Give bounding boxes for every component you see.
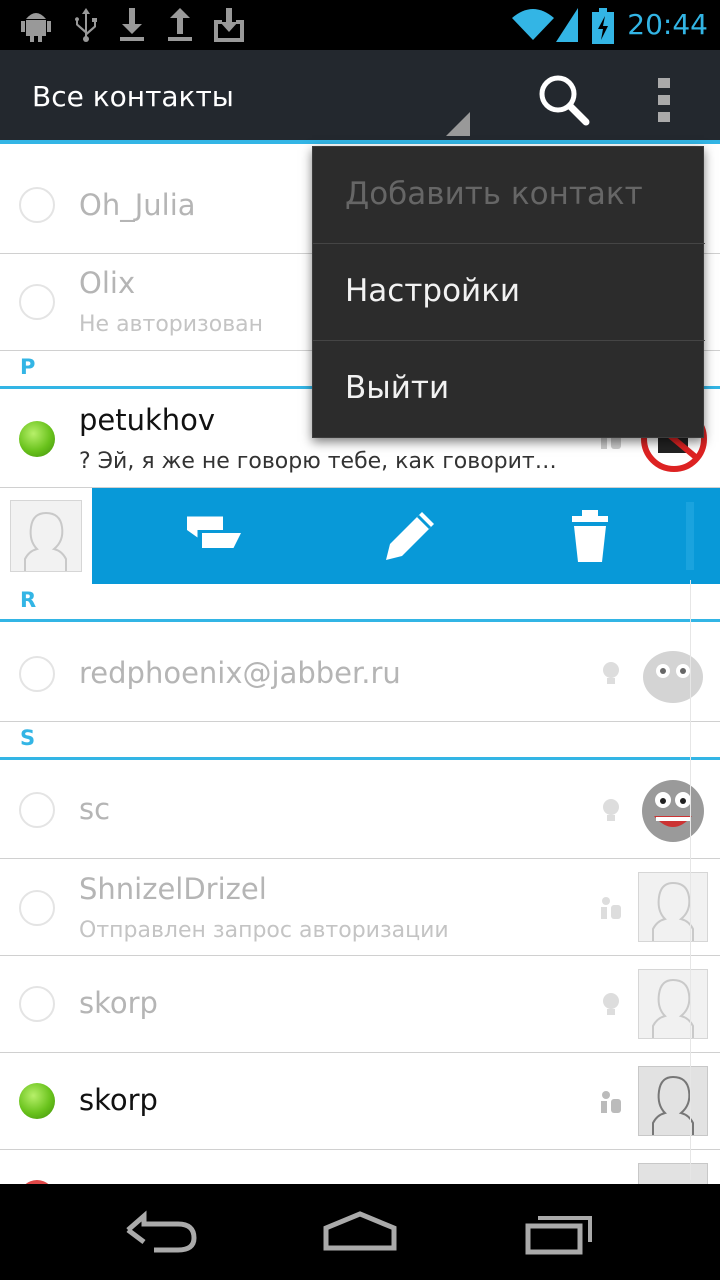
contact-name: Oh_Julia	[79, 188, 196, 222]
contact-row[interactable]: sc	[0, 762, 720, 859]
contact-name: sc	[79, 792, 111, 826]
status-offline-icon	[19, 986, 55, 1022]
person-silhouette-icon	[652, 1075, 694, 1135]
status-online-icon	[19, 421, 55, 457]
client-icon	[601, 1091, 621, 1113]
trash-icon[interactable]	[560, 508, 620, 564]
navigation-bar	[0, 1184, 720, 1280]
default-avatar	[638, 969, 708, 1039]
default-avatar	[638, 1066, 708, 1136]
contact-name: redphoenix@jabber.ru	[79, 656, 401, 690]
smiley-avatar	[642, 780, 704, 842]
spinner-triangle-icon[interactable]	[446, 112, 470, 136]
person-silhouette-icon	[24, 511, 67, 571]
download-icon	[120, 8, 144, 41]
status-offline-icon	[19, 284, 55, 320]
android-debug-icon	[21, 13, 51, 42]
status-offline-icon	[19, 890, 55, 926]
lightbulb-icon	[603, 993, 619, 1015]
edit-pencil-icon[interactable]	[380, 508, 440, 564]
chat-icon[interactable]	[184, 508, 244, 564]
contact-action-strip	[0, 488, 720, 584]
action-bar: Все контакты	[0, 50, 720, 144]
status-offline-icon	[19, 656, 55, 692]
status-online-icon	[19, 1083, 55, 1119]
back-icon[interactable]	[124, 1206, 204, 1258]
lightbulb-icon	[603, 799, 619, 821]
contact-status-text: Отправлен запрос авторизации	[79, 918, 449, 943]
default-avatar	[638, 1163, 708, 1184]
contact-row[interactable]: skorp	[0, 956, 720, 1053]
contact-name: petukhov	[79, 403, 216, 437]
section-letter: P	[20, 355, 36, 379]
battery-charging-icon	[592, 8, 614, 44]
menu-item-label: Настройки	[345, 273, 521, 309]
contact-name: skorp	[79, 986, 158, 1020]
menu-item-logout[interactable]: Выйти	[313, 341, 705, 438]
menu-item-label: Добавить контакт	[345, 176, 643, 212]
menu-item-add-contact[interactable]: Добавить контакт	[313, 147, 705, 244]
contact-name: Olix	[79, 266, 136, 300]
contact-row[interactable]: ShnizelDrizel Отправлен запрос авторизац…	[0, 859, 720, 956]
monster-avatar	[643, 651, 703, 703]
download-box-icon	[214, 8, 244, 42]
search-icon[interactable]	[536, 72, 592, 128]
contact-status-text: ? Эй, я же не говорю тебе, как говорит…	[79, 449, 557, 474]
section-letter: R	[20, 588, 37, 612]
client-icon	[601, 897, 621, 919]
contact-name: skorp	[79, 1083, 158, 1117]
menu-item-settings[interactable]: Настройки	[313, 244, 705, 341]
signal-icon	[556, 8, 578, 42]
account-filter-title[interactable]: Все контакты	[32, 80, 234, 113]
default-avatar	[638, 872, 708, 942]
status-offline-icon	[19, 792, 55, 828]
lightbulb-icon	[603, 662, 619, 684]
scroll-handle[interactable]	[686, 502, 694, 570]
contact-status-text: Не авторизован	[79, 312, 264, 337]
scroll-track	[690, 580, 691, 1180]
wifi-icon	[512, 9, 554, 40]
home-icon[interactable]	[320, 1206, 400, 1258]
contact-row[interactable]: skorp	[0, 1053, 720, 1150]
usb-icon	[75, 8, 97, 42]
overflow-menu: Добавить контакт Настройки Выйти	[312, 146, 705, 438]
contact-row[interactable]	[0, 1150, 720, 1184]
section-letter: S	[20, 726, 36, 750]
person-silhouette-icon	[652, 978, 694, 1038]
section-header-r: R	[0, 584, 720, 622]
clock: 20:44	[627, 8, 708, 41]
contact-row[interactable]: redphoenix@jabber.ru	[0, 625, 720, 722]
recent-apps-icon[interactable]	[520, 1206, 600, 1258]
status-offline-icon	[19, 187, 55, 223]
status-bar: 20:44	[0, 0, 720, 50]
contact-name: ShnizelDrizel	[79, 872, 267, 906]
person-silhouette-icon	[652, 881, 694, 941]
section-header-s: S	[0, 722, 720, 760]
menu-item-label: Выйти	[345, 370, 450, 406]
overflow-menu-icon[interactable]	[650, 76, 678, 124]
default-avatar	[10, 500, 82, 572]
upload-icon	[168, 8, 192, 41]
